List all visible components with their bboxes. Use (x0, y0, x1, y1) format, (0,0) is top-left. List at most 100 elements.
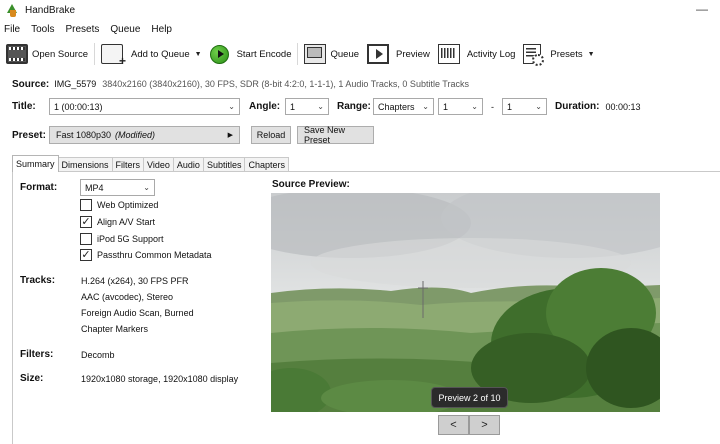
checkbox-box[interactable] (80, 199, 92, 211)
minimize-button[interactable]: — (696, 2, 708, 16)
range-label: Range: (337, 101, 371, 112)
queue-label: Queue (330, 48, 360, 60)
activity-log-button[interactable]: Activity Log (434, 42, 520, 66)
tab-audio[interactable]: Audio (172, 157, 204, 172)
menu-bar: File Tools Presets Queue Help (0, 20, 720, 39)
title-label: Title: (12, 101, 36, 112)
passthru-metadata-label: Passthru Common Metadata (97, 250, 212, 260)
format-value: MP4 (85, 182, 104, 193)
range-type-select[interactable]: Chapters ⌄ (373, 98, 434, 115)
track-audio: AAC (avcodec), Stereo (81, 292, 174, 302)
activity-log-label: Activity Log (466, 48, 516, 60)
tab-chapters[interactable]: Chapters (244, 157, 289, 172)
angle-select[interactable]: 1 ⌄ (285, 98, 329, 115)
handbrake-logo-icon (6, 3, 19, 17)
tab-dimensions[interactable]: Dimensions (57, 157, 113, 172)
filters-label: Filters: (20, 349, 54, 360)
preview-icon (367, 44, 390, 64)
angle-value: 1 (290, 101, 296, 112)
tab-subtitles[interactable]: Subtitles (202, 157, 246, 172)
range-dash: - (491, 101, 494, 112)
menu-tools[interactable]: Tools (31, 24, 54, 35)
chevron-down-icon: ⌄ (317, 102, 324, 111)
ipod-5g-support-label: iPod 5G Support (97, 234, 164, 244)
chevron-down-icon: ⌄ (535, 102, 542, 111)
web-optimized-label: Web Optimized (97, 200, 159, 210)
track-chapters: Chapter Markers (81, 324, 149, 334)
film-icon (6, 44, 28, 64)
range-start-select[interactable]: 1 ⌄ (438, 98, 483, 115)
passthru-metadata-checkbox[interactable]: ✓ Passthru Common Metadata (80, 249, 212, 261)
web-optimized-checkbox[interactable]: Web Optimized (80, 199, 158, 211)
save-new-preset-button[interactable]: Save New Preset (297, 125, 374, 145)
queue-button[interactable]: Queue (300, 42, 363, 66)
source-name: IMG_5579 (54, 79, 97, 89)
checkbox-box[interactable] (80, 233, 92, 245)
preset-modified: (Modified) (115, 130, 156, 140)
preview-label: Preview (396, 48, 430, 60)
presets-label: Presets (550, 48, 583, 60)
tab-bar: Summary Dimensions Filters Video Audio S… (12, 155, 289, 172)
tab-summary[interactable]: Summary (12, 155, 59, 172)
check-icon[interactable]: ✓ (80, 249, 92, 261)
check-icon[interactable]: ✓ (80, 216, 92, 228)
filters-value: Decomb (81, 350, 115, 360)
range-end-select[interactable]: 1 ⌄ (502, 98, 547, 115)
size-label: Size: (20, 373, 44, 384)
menu-file[interactable]: File (4, 24, 20, 35)
preview-button[interactable]: Preview (363, 42, 434, 66)
reload-button[interactable]: Reload (251, 126, 291, 144)
source-row: Source: IMG_5579 3840x2160 (3840x2160), … (12, 77, 469, 91)
align-av-start-label: Align A/V Start (97, 217, 156, 227)
preset-name: Fast 1080p30 (56, 130, 112, 140)
window-title: HandBrake (25, 4, 76, 16)
chevron-down-icon: ⌄ (422, 102, 429, 111)
title-select[interactable]: 1 (00:00:13) ⌄ (49, 98, 240, 115)
duration-value: 00:00:13 (605, 101, 641, 112)
angle-label: Angle: (249, 101, 281, 112)
chevron-down-icon[interactable]: ▼ (588, 51, 595, 58)
preview-prev-button[interactable]: < (438, 415, 469, 435)
track-subtitle: Foreign Audio Scan, Burned (81, 308, 194, 318)
tab-video[interactable]: Video (143, 157, 174, 172)
size-value: 1920x1080 storage, 1920x1080 display (81, 374, 239, 384)
preset-selector[interactable]: Fast 1080p30 (Modified) ▶ (49, 126, 240, 144)
chevron-down-icon: ⌄ (143, 183, 150, 192)
chevron-down-icon[interactable]: ▼ (195, 51, 202, 58)
chevron-down-icon: ⌄ (228, 102, 235, 111)
source-info: 3840x2160 (3840x2160), 30 FPS, SDR (8-bi… (102, 79, 469, 89)
add-to-queue-label: Add to Queue (130, 48, 190, 60)
align-av-start-checkbox[interactable]: ✓ Align A/V Start (80, 216, 155, 228)
toolbar-divider (93, 43, 95, 65)
source-label: Source: (12, 78, 50, 90)
format-select[interactable]: MP4 ⌄ (80, 179, 155, 196)
preview-counter-badge: Preview 2 of 10 (431, 387, 508, 408)
open-source-label: Open Source (32, 48, 88, 60)
toolbar: Open Source Add to Queue ▼ Start Encode … (0, 40, 720, 68)
menu-queue[interactable]: Queue (110, 24, 140, 35)
title-value: 1 (00:00:13) (54, 101, 103, 112)
title-row: Title: 1 (00:00:13) ⌄ Angle: 1 ⌄ Range: … (12, 97, 641, 116)
track-video: H.264 (x264), 30 FPS PFR (81, 276, 189, 286)
menu-presets[interactable]: Presets (65, 24, 99, 35)
preview-next-button[interactable]: > (469, 415, 500, 435)
menu-help[interactable]: Help (151, 24, 172, 35)
open-source-button[interactable]: Open Source (2, 42, 92, 66)
landscape-image (271, 193, 660, 412)
preset-name-wrap: Fast 1080p30 (Modified) (56, 130, 155, 140)
start-encode-label: Start Encode (236, 48, 292, 60)
tab-filters[interactable]: Filters (111, 157, 145, 172)
preset-row: Preset: Fast 1080p30 (Modified) ▶ Reload … (12, 125, 374, 145)
presets-icon (523, 44, 545, 66)
add-to-queue-icon (100, 44, 126, 68)
range-end-value: 1 (507, 101, 513, 112)
queue-icon (304, 44, 327, 64)
ipod-5g-support-checkbox[interactable]: iPod 5G Support (80, 233, 164, 245)
chevron-right-icon: ▶ (227, 132, 233, 139)
format-label: Format: (20, 182, 58, 193)
presets-button[interactable]: Presets ▼ (519, 42, 598, 66)
activity-log-icon (437, 44, 460, 64)
add-to-queue-button[interactable]: Add to Queue ▼ (97, 42, 206, 68)
preview-image (271, 193, 660, 412)
start-encode-button[interactable]: Start Encode (206, 42, 296, 66)
